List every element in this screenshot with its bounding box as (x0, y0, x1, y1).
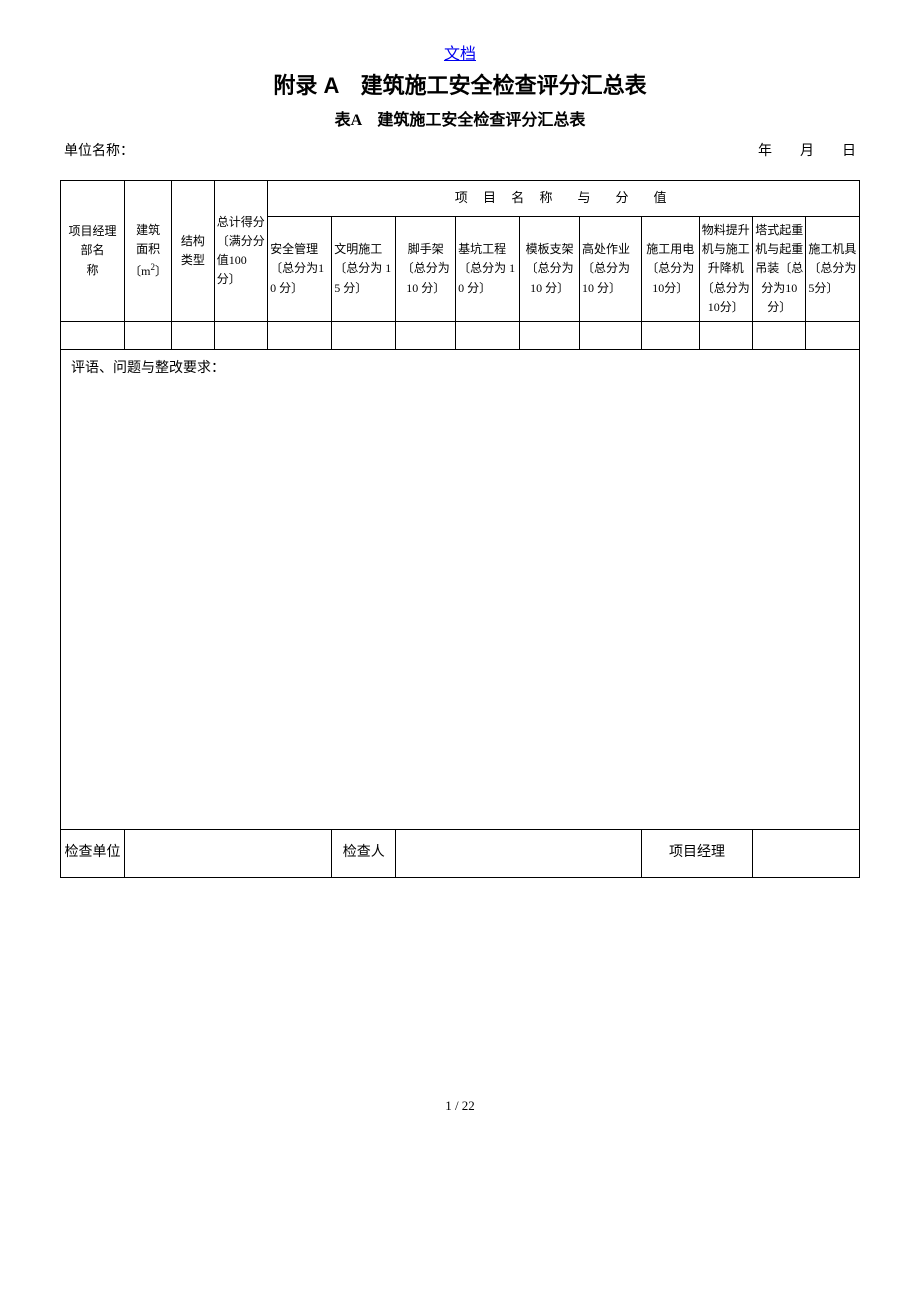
doc-link-text: 文档 (444, 46, 476, 63)
group-header: 项 目 名 称 与 分 值 (268, 181, 860, 217)
footer-checker-value (396, 829, 642, 877)
sub-header-elec: 施工用电〔总分为10分〕 (641, 217, 699, 322)
date-label: 年 月 日 (758, 140, 856, 160)
sub-header-tools: 施工机具〔总分为 5分〕 (806, 217, 860, 322)
footer-check-unit-label: 检查单位 (61, 829, 125, 877)
area-l2: 面积 (136, 242, 160, 256)
sub-header-height: 高处作业〔总分为 10 分〕 (580, 217, 642, 322)
area-l3b: 〕 (155, 264, 167, 278)
page-number: 1 / 22 (60, 1098, 860, 1114)
page-subtitle: 表A 建筑施工安全检查评分汇总表 (60, 106, 860, 130)
struct-l2: 类型 (181, 253, 205, 267)
sub-header-formwork: 模板支架〔总分为 10 分〕 (520, 217, 580, 322)
meta-row: 单位名称： 年 月 日 (60, 140, 860, 160)
comments-cell: 评语、问题与整改要求： (61, 349, 860, 829)
sub-header-scaffold: 脚手架〔总分为 10 分〕 (396, 217, 456, 322)
col-header-project-dept: 项目经理部名 称 (61, 181, 125, 322)
sub-header-crane: 塔式起重机与起重吊装〔总分为10 分〕 (753, 217, 806, 322)
table-row (61, 321, 860, 349)
unit-label: 单位名称： (64, 140, 134, 160)
doc-link[interactable]: 文档 (60, 40, 860, 64)
sub-header-pit: 基坑工程〔总分为 10 分〕 (456, 217, 520, 322)
sub-header-safety: 安全管理〔总分为10 分〕 (268, 217, 332, 322)
sub-header-hoist: 物料提升机与施工升降机〔总分为 10分〕 (699, 217, 752, 322)
col-header-total: 总计得分〔满分分值100 分〕 (214, 181, 267, 322)
footer-check-unit-value (125, 829, 332, 877)
col-header-struct: 结构 类型 (172, 181, 215, 322)
col-header-area: 建筑 面积 〔m2〕 (125, 181, 172, 322)
area-l3a: 〔m (129, 264, 150, 278)
area-l1: 建筑 (136, 223, 160, 237)
footer-pm-value (753, 829, 860, 877)
footer-pm-label: 项目经理 (641, 829, 752, 877)
page-title: 附录 A 建筑施工安全检查评分汇总表 (60, 68, 860, 100)
footer-checker-label: 检查人 (332, 829, 396, 877)
sub-header-civil: 文明施工〔总分为 15 分〕 (332, 217, 396, 322)
struct-l1: 结构 (181, 234, 205, 248)
summary-table: 项目经理部名 称 建筑 面积 〔m2〕 结构 类型 总计得分〔满分分值100 分… (60, 180, 860, 878)
